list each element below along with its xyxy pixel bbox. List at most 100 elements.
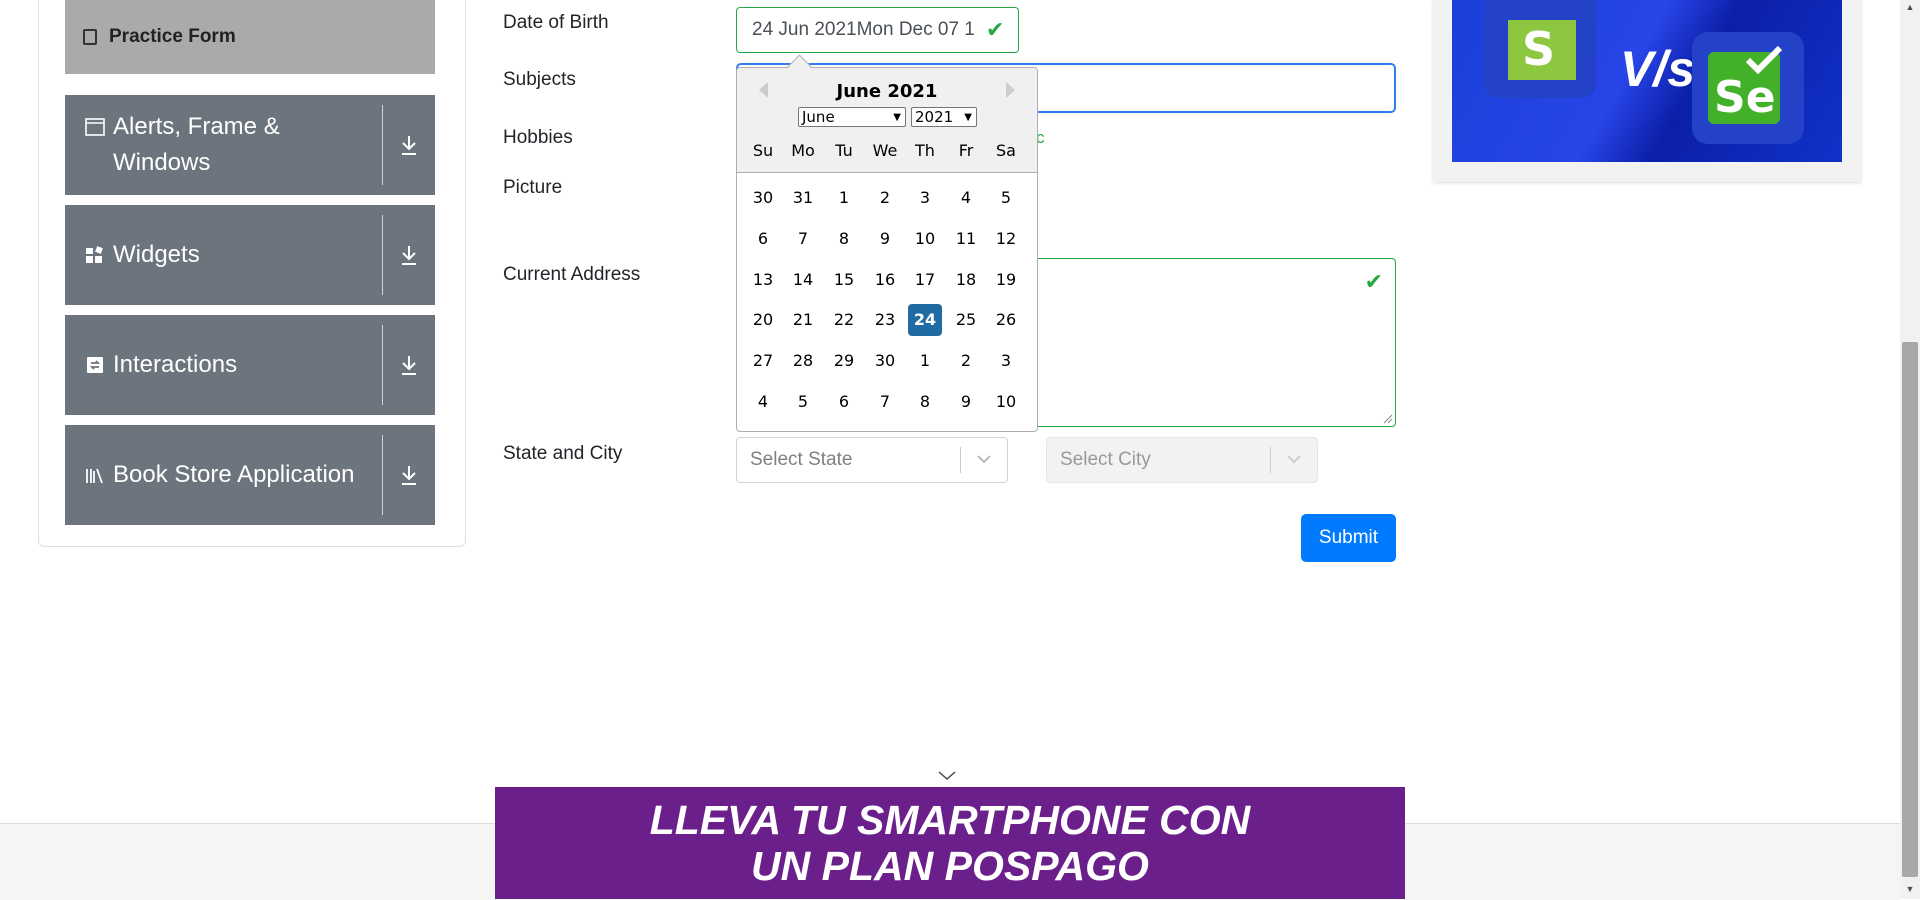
chevron-down-icon: ▼ [893,111,901,123]
calendar-day[interactable]: 16 [868,264,902,296]
chevron-down-icon[interactable] [1271,451,1317,469]
scroll-up-icon[interactable]: ▲ [1904,2,1916,12]
submit-button[interactable]: Submit [1301,514,1396,562]
widgets-icon [86,246,103,263]
calendar-day[interactable]: 9 [949,386,983,418]
calendar-day[interactable]: 23 [868,304,902,336]
window-icon [85,118,105,136]
calendar-day[interactable]: 15 [827,264,861,296]
calendar-day[interactable]: 13 [746,264,780,296]
group-label: Widgets [113,241,200,268]
advertisement-banner[interactable]: LLEVA TU SMARTPHONE CON UN PLAN POSPAGO [495,787,1405,899]
calendar-day[interactable]: 3 [989,345,1023,377]
calendar-day[interactable]: 17 [908,264,942,296]
books-icon [86,468,103,484]
day-name: We [872,141,898,160]
calendar-day[interactable]: 7 [868,386,902,418]
hobbies-label: Hobbies [503,127,573,148]
calendar-day[interactable]: 1 [908,345,942,377]
year-select[interactable]: 2021 ▼ [911,107,977,127]
subjects-label: Subjects [503,69,576,90]
calendar-day[interactable]: 28 [786,345,820,377]
sidebar-item-label: Practice Form [109,26,236,47]
calendar-day[interactable]: 5 [989,182,1023,214]
calendar-day[interactable]: 20 [746,304,780,336]
katalon-logo-tile: S [1484,0,1596,98]
day-name: Sa [996,141,1016,160]
dob-value: 24 Jun 2021Mon Dec 07 1 [752,19,975,40]
divider [382,215,383,295]
calendar-day[interactable]: 26 [989,304,1023,336]
selenium-logo-tile: Se [1692,32,1804,144]
chevron-down-icon[interactable] [961,451,1007,469]
calendar-day[interactable]: 30 [746,182,780,214]
city-select[interactable]: Select City [1046,437,1318,483]
calendar-day[interactable]: 10 [908,223,942,255]
calendar-day[interactable]: 6 [746,223,780,255]
scroll-down-icon[interactable]: ▼ [1904,884,1916,894]
calendar-day[interactable]: 2 [868,182,902,214]
calendar-day[interactable]: 4 [746,386,780,418]
sidebar-item-practice-form[interactable]: Practice Form [65,0,435,74]
download-icon[interactable] [383,244,435,266]
calendar-day[interactable]: 12 [989,223,1023,255]
calendar-day[interactable]: 9 [868,223,902,255]
calendar-day[interactable]: 2 [949,345,983,377]
scrollbar-thumb[interactable] [1902,342,1918,877]
sidebar-group-widgets[interactable]: Widgets [65,205,435,305]
ad-image[interactable]: S V/s Se [1452,0,1842,162]
day-name: Mo [791,141,815,160]
download-icon[interactable] [383,354,435,376]
month-select[interactable]: June ▼ [798,107,906,127]
month-select-value: June [802,108,835,126]
interactions-icon [87,357,103,373]
calendar-day[interactable]: 25 [949,304,983,336]
calendar-day[interactable]: 31 [786,182,820,214]
calendar-day[interactable]: 18 [949,264,983,296]
calendar-day[interactable]: 14 [786,264,820,296]
calendar-day[interactable]: 21 [786,304,820,336]
next-month-icon[interactable] [1006,82,1015,98]
group-label: Interactions [113,351,238,378]
banner-line-1: LLEVA TU SMARTPHONE CON [649,797,1251,843]
download-icon[interactable] [383,464,435,486]
sidebar-group-interactions[interactable]: Interactions [65,315,435,415]
advertisement-top[interactable]: S V/s Se [1433,0,1861,182]
day-name: Fr [958,141,974,160]
state-city-label: State and City [503,443,623,464]
calendar-day[interactable]: 19 [989,264,1023,296]
state-select[interactable]: Select State [736,437,1008,483]
resize-handle-icon[interactable] [1383,414,1393,424]
calendar-day[interactable]: 27 [746,345,780,377]
current-address-label: Current Address [503,264,641,285]
sidebar-group-alerts[interactable]: Alerts, Frame & Windows [65,95,435,195]
calendar-day[interactable]: 11 [949,223,983,255]
datepicker-title: June 2021 [836,81,938,102]
year-select-value: 2021 [915,108,954,126]
valid-check-icon: ✔ [986,17,1005,42]
calendar-day[interactable]: 3 [908,182,942,214]
divider [382,435,383,515]
calendar-day[interactable]: 5 [786,386,820,418]
date-of-birth-input[interactable]: 24 Jun 2021Mon Dec 07 1 ✔ [736,7,1019,53]
chevron-down-icon[interactable] [938,768,956,784]
calendar-day[interactable]: 22 [827,304,861,336]
group-label: Book Store Application [113,461,355,488]
calendar-day[interactable]: 29 [827,345,861,377]
calendar-day[interactable]: 4 [949,182,983,214]
calendar-day[interactable]: 8 [908,386,942,418]
chevron-down-icon: ▼ [964,111,972,123]
calendar-day[interactable]: 10 [989,386,1023,418]
day-name: Tu [835,141,853,160]
html5-icon [83,29,97,45]
calendar-day[interactable]: 7 [786,223,820,255]
download-icon[interactable] [383,134,435,156]
calendar-day[interactable]: 1 [827,182,861,214]
selected-day[interactable]: 24 [908,304,942,336]
calendar-day[interactable]: 8 [827,223,861,255]
state-placeholder: Select State [750,449,853,470]
sidebar-group-book-store[interactable]: Book Store Application [65,425,435,525]
calendar-day[interactable]: 6 [827,386,861,418]
city-placeholder: Select City [1060,449,1151,470]
calendar-day[interactable]: 30 [868,345,902,377]
